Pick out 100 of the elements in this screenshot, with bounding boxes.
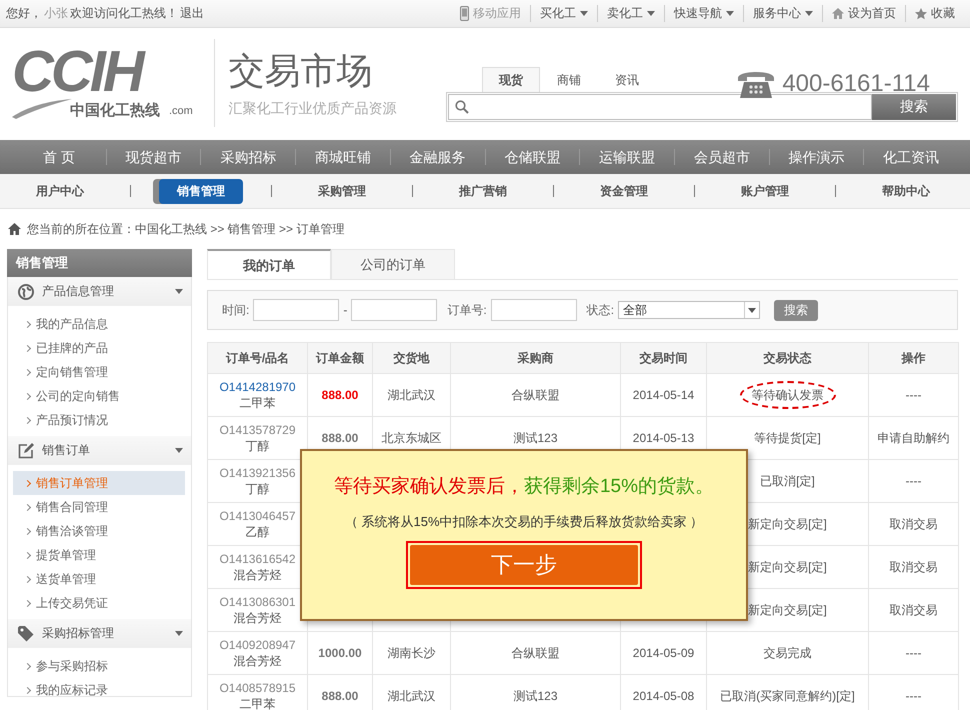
row-action: 取消交易 [890,517,938,531]
welcome-text: 欢迎访问化工热线！ [70,5,178,22]
market-title: 交易市场 [228,49,374,93]
sidebar-item[interactable]: 已挂牌的产品 [13,336,185,360]
dialog-message: 等待买家确认发票后，获得剩余15%的货款。 [334,475,714,499]
trade-status: 新定向交易[定] [748,602,827,618]
main-nav-item[interactable]: 会员超市 [674,149,769,165]
main-nav-item[interactable]: 运输联盟 [579,149,674,165]
product-name: 丁醇 [246,439,270,453]
home-icon [8,223,21,235]
main-nav-item[interactable]: 首 页 [12,149,106,165]
caret-icon [805,11,813,16]
column-header: 操作 [868,342,958,374]
sub-nav-tab[interactable]: 销售管理 [159,178,243,204]
buyer-name: 合纵联盟 [512,646,560,660]
main-nav-item[interactable]: 化工资讯 [863,149,958,165]
logo-mark: CCIH [12,43,144,101]
sidebar-group-header[interactable]: 产品信息管理 [8,277,191,306]
caret-icon [726,11,734,16]
caret-icon [175,289,183,294]
sidebar-item[interactable]: 提货单管理 [13,543,185,567]
order-number-link[interactable]: O1413578729 [208,422,307,438]
top-menu-link[interactable]: 设为首页 [848,5,896,22]
sidebar-title: 销售管理 [7,249,192,277]
caret-icon [748,308,756,312]
sidebar-item[interactable]: 参与采购招标 [13,654,185,678]
sub-nav-tab[interactable]: 采购管理 [300,178,384,204]
order-number-link[interactable]: O1408578915 [208,680,307,696]
search-tab[interactable]: 资讯 [598,66,656,92]
sidebar-item[interactable]: 我的应标记录 [13,678,185,702]
sidebar-group-header[interactable]: 销售订单 [8,436,191,465]
main-nav-item[interactable]: 现货超市 [106,149,200,165]
sub-nav-tab[interactable]: 帮助中心 [864,178,948,204]
top-menu-link[interactable]: 快速导航 [674,5,722,22]
order-number-field[interactable] [490,299,577,321]
trade-status: 新定向交易[定] [748,559,827,575]
product-name: 混合芳烃 [234,568,282,582]
trade-status: 已取消(买家同意解约)[定] [720,688,855,704]
caret-icon [175,448,183,453]
column-header: 交易时间 [620,342,706,374]
sidebar-item[interactable]: 送货单管理 [13,567,185,591]
column-header: 订单金额 [308,342,372,374]
trade-status: 等待提货[定] [754,430,821,446]
sub-nav-tab[interactable]: 资金管理 [582,178,666,204]
top-menu-link[interactable]: 收藏 [931,5,955,22]
star-icon [915,8,927,20]
search-button[interactable]: 搜索 [872,94,956,120]
sidebar-item[interactable]: 销售洽谈管理 [13,519,185,543]
main-nav-item[interactable]: 商城旺铺 [295,149,390,165]
sidebar-item[interactable]: 产品预订情况 [13,408,185,432]
top-menu-link[interactable]: 买化工 [540,5,576,22]
order-number-link[interactable]: O1414281970 [208,379,307,395]
buyer-name: 测试123 [513,431,558,445]
trade-date: 2014-05-13 [632,431,694,445]
row-action: ---- [906,388,922,402]
filter-search-button[interactable]: 搜索 [774,300,818,320]
main-nav-item[interactable]: 操作演示 [768,149,864,165]
globe-icon [18,284,34,300]
main-nav-item[interactable]: 采购招标 [200,149,296,165]
sidebar-item[interactable]: 上传交易凭证 [13,591,185,615]
sub-nav-tab[interactable]: 推广营销 [441,178,525,204]
end-date-field[interactable] [351,299,438,321]
top-menu-link[interactable]: 卖化工 [607,5,643,22]
sidebar-group-header[interactable]: 采购招标管理 [8,619,191,648]
order-amount: 888.00 [322,388,358,402]
next-step-button[interactable]: 下一步 [410,545,638,585]
order-tab[interactable]: 我的订单 [207,249,331,279]
search-icon [455,100,469,114]
sidebar-item[interactable]: 公司的定向销售 [13,384,185,408]
search-tab[interactable]: 商铺 [540,66,598,92]
order-number-link[interactable]: O1409208947 [208,637,307,653]
sub-nav-tab[interactable]: 用户中心 [18,178,102,204]
delivery-place: 湖北武汉 [388,689,436,703]
main-nav-item[interactable]: 仓储联盟 [484,149,580,165]
sidebar-item[interactable]: 销售合同管理 [13,495,185,519]
buyer-name: 测试123 [513,689,558,703]
row-action: ---- [906,689,922,703]
column-header: 采购商 [450,342,620,374]
sidebar-item[interactable]: 定向销售管理 [13,360,185,384]
sub-nav-tab[interactable]: 账户管理 [723,178,807,204]
trade-date: 2014-05-09 [632,646,694,660]
row-action: ---- [906,646,922,660]
trade-date: 2014-05-14 [632,388,694,402]
product-name: 二甲苯 [240,697,276,710]
logout-link[interactable]: 退出 [180,5,204,22]
search-tab[interactable]: 现货 [482,66,540,92]
trade-status: 新定向交易[定] [748,516,827,532]
product-name: 二甲苯 [240,396,276,410]
search-field[interactable] [448,94,872,120]
column-header: 订单号/品名 [208,342,308,374]
home-icon [832,8,844,19]
order-number-label: 订单号: [447,302,487,318]
top-menu-link[interactable]: 服务中心 [753,5,801,22]
status-dropdown[interactable]: 全部 [618,301,760,319]
sidebar-item[interactable]: 我的产品信息 [13,312,185,336]
start-date-field[interactable] [253,299,340,321]
order-tab[interactable]: 公司的订单 [331,249,455,279]
dialog-note: （ 系统将从15%中扣除本次交易的手续费后释放货款给卖家 ） [344,513,704,531]
main-nav-item[interactable]: 金融服务 [390,149,485,165]
trade-status: 交易完成 [764,645,812,661]
